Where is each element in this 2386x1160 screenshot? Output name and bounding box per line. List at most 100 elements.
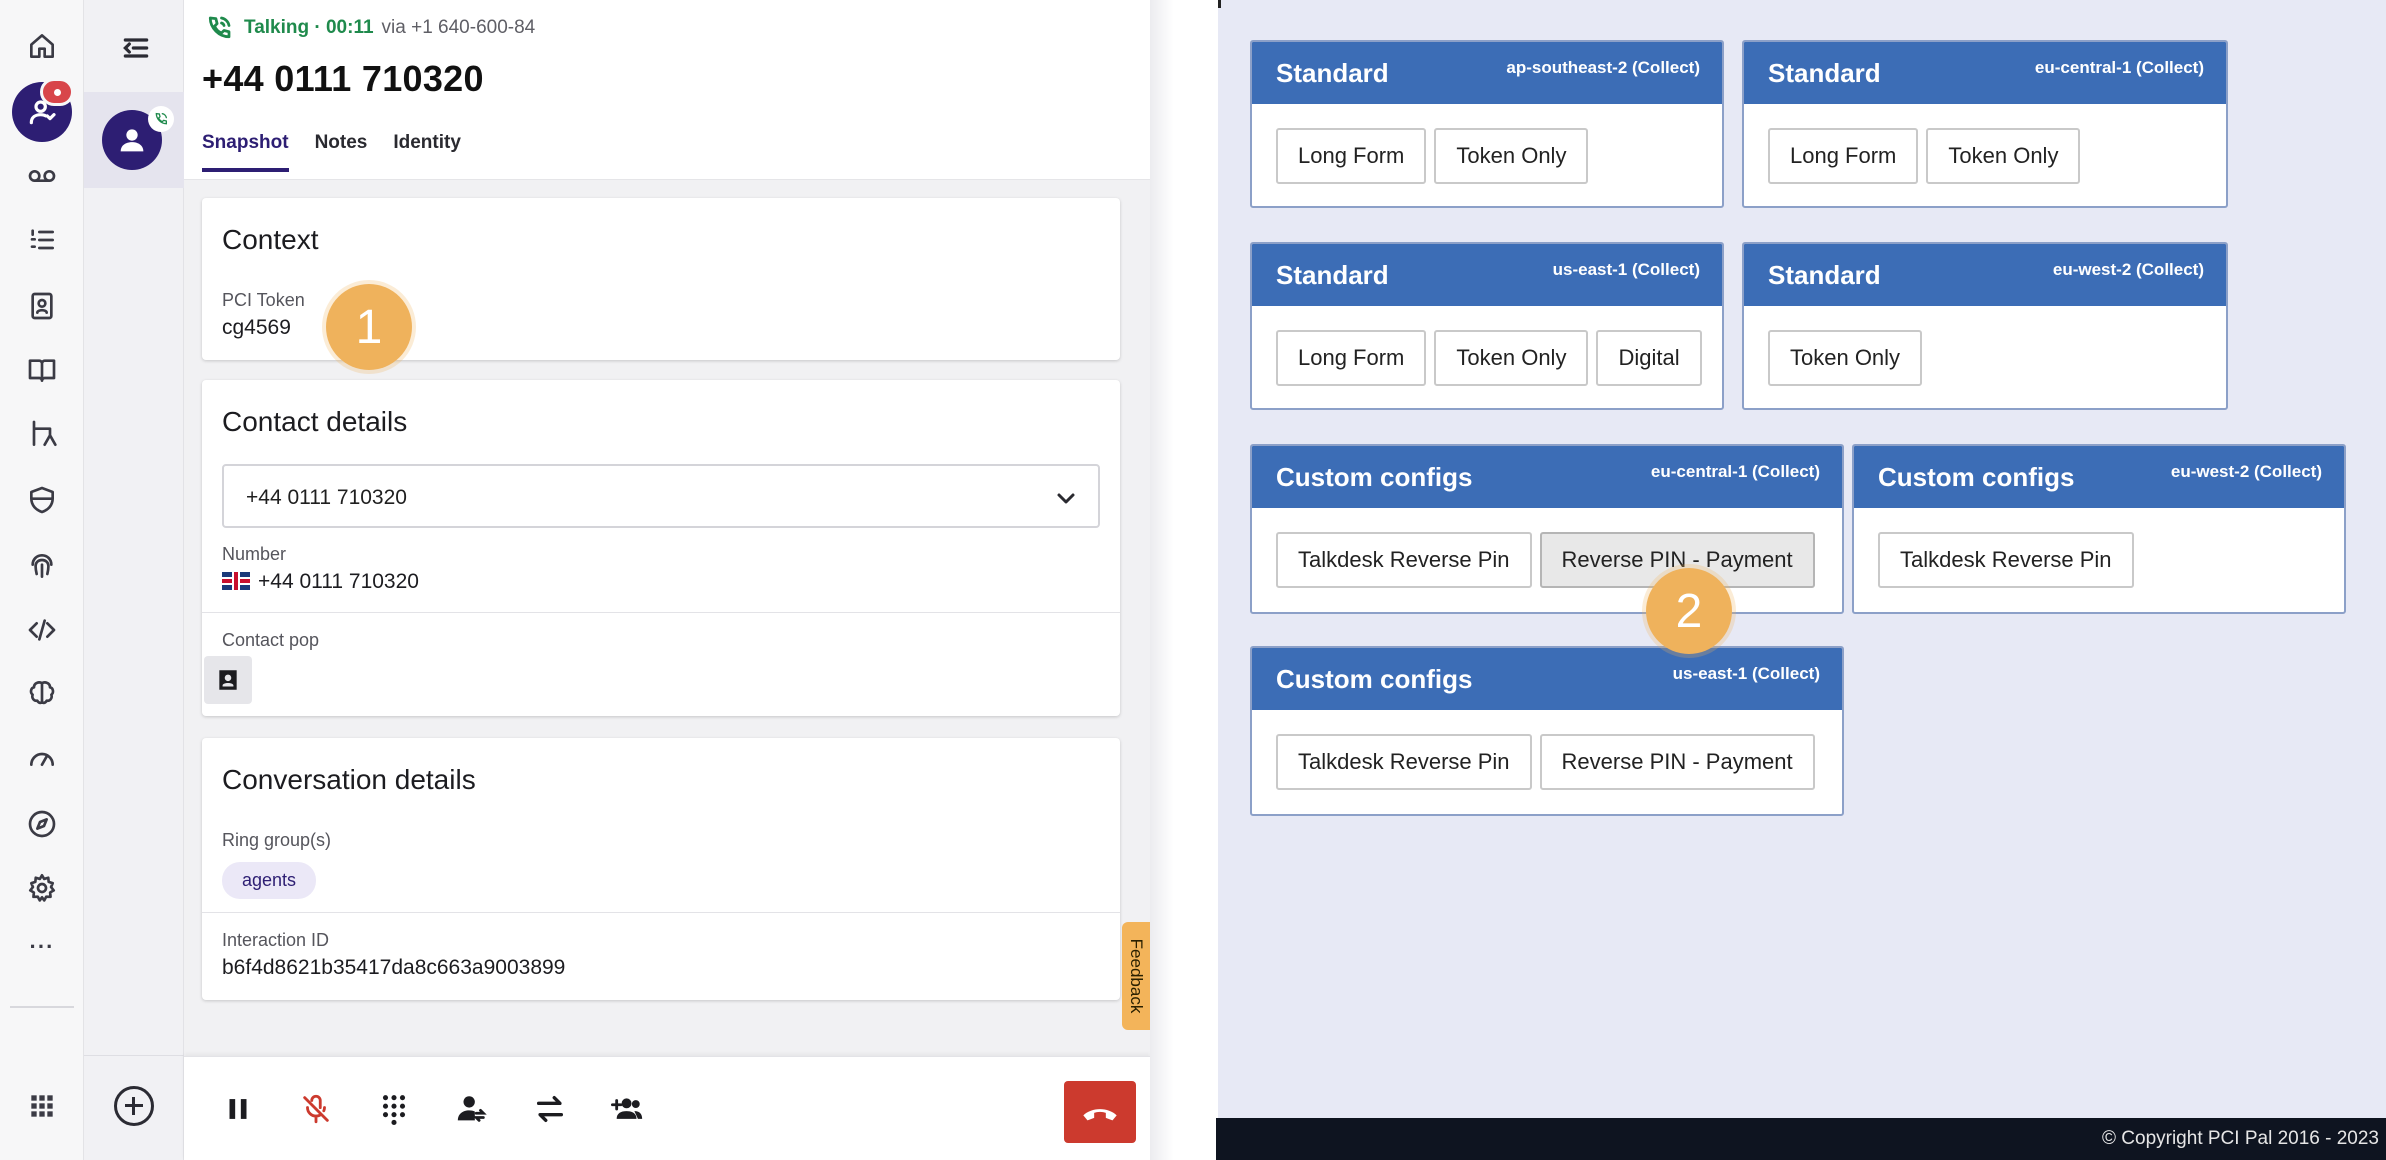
config-region: ap-southeast-2 (Collect) — [1506, 58, 1700, 77]
dialpad-icon — [382, 1095, 406, 1126]
config-title: Custom configs — [1276, 462, 1473, 492]
config-title: Standard — [1276, 260, 1389, 290]
config-card-standard-eu-west-2: Standard eu-west-2 (Collect) Token Only — [1742, 242, 2228, 410]
notification-badge — [40, 78, 74, 106]
conversation-panel: Talking · 00:11 via +1 640-600-84 +44 01… — [184, 0, 1150, 1160]
add-people-icon — [611, 1098, 643, 1119]
settings-gear-icon[interactable] — [18, 864, 66, 912]
config-card-custom-eu-west-2: Custom configs eu-west-2 (Collect) Talkd… — [1852, 444, 2346, 614]
active-call-icon — [148, 106, 174, 132]
reverse-pin-payment-button[interactable]: Reverse PIN - Payment — [1539, 734, 1815, 790]
call-status-text: Talking · 00:11 — [244, 17, 374, 38]
digital-button[interactable]: Digital — [1596, 330, 1702, 386]
conversation-divider — [202, 912, 1120, 913]
call-controls-bar — [184, 1056, 1150, 1160]
tab-snapshot[interactable]: Snapshot — [202, 132, 289, 172]
contact-pop-button[interactable] — [204, 656, 252, 704]
token-only-button[interactable]: Token Only — [1768, 330, 1923, 386]
chevron-down-icon — [1057, 493, 1075, 504]
new-conversation-button[interactable] — [114, 1086, 154, 1126]
code-icon[interactable] — [18, 606, 66, 654]
uk-flag-icon — [222, 572, 250, 590]
config-header: Standard ap-southeast-2 (Collect) — [1252, 42, 1722, 104]
step-marker-2: 2 — [1646, 568, 1732, 654]
talkdesk-agent-app: ··· Talking · 00:11 via +1 640-600-84 +4… — [0, 0, 1150, 1160]
window-gap — [1150, 0, 1218, 1160]
tab-identity[interactable]: Identity — [393, 132, 461, 172]
config-region: us-east-1 (Collect) — [1552, 260, 1700, 279]
person-transfer-icon — [457, 1096, 487, 1122]
config-region: eu-west-2 (Collect) — [2170, 462, 2322, 481]
app-grid-icon[interactable] — [18, 1082, 66, 1130]
pause-icon — [229, 1099, 247, 1119]
hang-up-phone-icon — [1083, 1109, 1117, 1121]
token-only-button[interactable]: Token Only — [1926, 128, 2081, 184]
collapse-menu-icon[interactable] — [118, 30, 154, 66]
hang-up-button[interactable] — [1064, 1081, 1136, 1143]
config-card-standard-eu-central-1: Standard eu-central-1 (Collect) Long For… — [1742, 40, 2228, 208]
conversation-details-title: Conversation details — [222, 764, 476, 795]
config-header: Custom configs us-east-1 (Collect) — [1252, 648, 1842, 710]
list-icon[interactable] — [18, 216, 66, 264]
contact-divider — [202, 612, 1120, 613]
config-region: eu-central-1 (Collect) — [1650, 462, 1820, 481]
dashboard-gauge-icon[interactable] — [18, 734, 66, 782]
compass-icon[interactable] — [18, 800, 66, 848]
phone-talking-icon — [208, 16, 231, 39]
add-participant-button[interactable] — [602, 1083, 654, 1135]
feedback-label: Feedback — [1127, 938, 1146, 1014]
config-card-custom-us-east-1: Custom configs us-east-1 (Collect) Talkd… — [1250, 646, 1844, 816]
config-card-custom-eu-central-1: Custom configs eu-central-1 (Collect) Ta… — [1250, 444, 1844, 614]
shield-icon[interactable] — [18, 476, 66, 524]
config-region: eu-central-1 (Collect) — [2034, 58, 2204, 77]
config-title: Standard — [1768, 260, 1881, 290]
call-via-text: via +1 640-600-84 — [381, 17, 536, 38]
call-status: Talking · 00:11 via +1 640-600-84 — [204, 14, 535, 42]
config-title: Custom configs — [1878, 462, 2075, 492]
long-form-button[interactable]: Long Form — [1276, 330, 1427, 386]
sidebar-divider — [84, 1055, 184, 1056]
tab-notes[interactable]: Notes — [315, 132, 368, 172]
long-form-button[interactable]: Long Form — [1276, 128, 1427, 184]
ring-groups-label: Ring group(s) — [222, 830, 332, 850]
talkdesk-reverse-pin-button[interactable]: Talkdesk Reverse Pin — [1878, 532, 2134, 588]
mute-button[interactable] — [290, 1083, 342, 1135]
fingerprint-icon[interactable] — [18, 542, 66, 590]
voicemail-icon[interactable] — [18, 152, 66, 200]
ai-brain-icon[interactable] — [18, 670, 66, 718]
transfer-button[interactable] — [524, 1083, 576, 1135]
token-only-button[interactable]: Token Only — [1434, 128, 1589, 184]
rail-divider — [10, 1006, 74, 1008]
home-icon[interactable] — [18, 22, 66, 70]
interaction-id-value: b6f4d8621b35417da8c663a9003899 — [222, 956, 566, 979]
config-title: Standard — [1276, 58, 1389, 88]
conversation-details-card: Conversation details Ring group(s) agent… — [202, 738, 1120, 1000]
config-title: Custom configs — [1276, 664, 1473, 694]
talkdesk-reverse-pin-button[interactable]: Talkdesk Reverse Pin — [1276, 532, 1532, 588]
mic-muted-icon — [303, 1094, 329, 1124]
contact-number-select[interactable]: +44 0111 710320 — [222, 464, 1100, 528]
hold-button[interactable] — [212, 1083, 264, 1135]
keypad-button[interactable] — [368, 1083, 420, 1135]
copyright-text: © Copyright PCI Pal 2016 - 2023 — [2102, 1128, 2379, 1149]
context-title: Context — [222, 224, 319, 255]
talkdesk-reverse-pin-button[interactable]: Talkdesk Reverse Pin — [1276, 734, 1532, 790]
consult-button[interactable] — [446, 1083, 498, 1135]
knowledge-book-icon[interactable] — [18, 346, 66, 394]
pci-token-label: PCI Token — [222, 290, 305, 310]
flow-icon[interactable] — [18, 410, 66, 458]
contacts-icon[interactable] — [18, 282, 66, 330]
more-apps-icon[interactable]: ··· — [0, 934, 84, 960]
config-header: Custom configs eu-west-2 (Collect) — [1854, 446, 2344, 508]
long-form-button[interactable]: Long Form — [1768, 128, 1919, 184]
conversation-tabs: Snapshot Notes Identity — [202, 132, 487, 172]
config-region: us-east-1 (Collect) — [1672, 664, 1820, 683]
contact-pop-label: Contact pop — [222, 630, 320, 650]
step-marker-1: 1 — [326, 284, 412, 370]
caller-number: +44 0111 710320 — [202, 58, 484, 99]
config-header: Standard eu-west-2 (Collect) — [1744, 244, 2226, 306]
ring-group-chip: agents — [222, 862, 317, 899]
token-only-button[interactable]: Token Only — [1434, 330, 1589, 386]
contact-details-title: Contact details — [222, 406, 408, 437]
feedback-tab[interactable]: Feedback — [1122, 922, 1150, 1030]
